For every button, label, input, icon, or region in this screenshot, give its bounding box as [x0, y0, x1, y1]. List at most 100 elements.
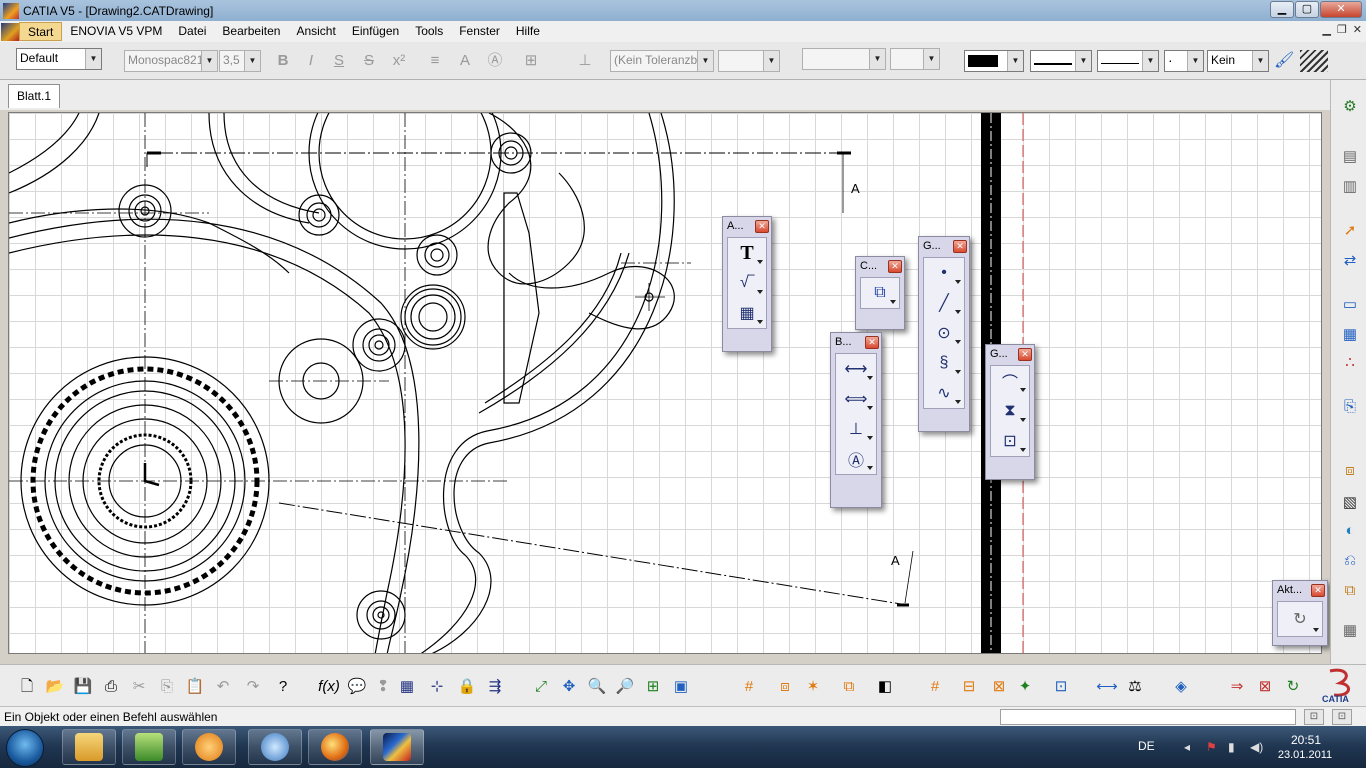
roughness-symbol-icon[interactable]: √‾ — [728, 268, 766, 298]
strikethrough-icon[interactable]: S — [358, 50, 380, 72]
workbench-icon[interactable]: ⚙ — [1339, 96, 1361, 118]
cursor-icon[interactable]: ✦ — [1014, 676, 1036, 698]
clock-date[interactable]: 23.01.2011 — [1272, 749, 1338, 761]
italic-icon[interactable]: I — [300, 50, 322, 72]
frame-icon[interactable]: ▦ — [1339, 620, 1361, 642]
point-icon[interactable]: • — [924, 258, 964, 288]
close-icon[interactable]: ✕ — [865, 335, 879, 349]
clip-view-icon[interactable]: ◐ — [1339, 520, 1361, 542]
pan-icon[interactable]: ✥ — [558, 676, 580, 698]
tolerance-select[interactable]: (Kein Toleranzb ▼ — [610, 50, 714, 72]
copy-icon[interactable]: ⎘ — [156, 676, 178, 698]
snap-icon[interactable]: ⧈ — [774, 676, 796, 698]
property-select-2[interactable]: ▼ — [890, 48, 940, 70]
mass-icon[interactable]: ⚖ — [1124, 676, 1146, 698]
catalog-icon[interactable]: ⊹ — [426, 676, 448, 698]
geometry-creation-palette[interactable]: G... ✕ • ╱ ⊙ § ∿ — [918, 236, 970, 432]
corner-icon[interactable]: ⌒ — [991, 366, 1029, 396]
color-filter-icon[interactable]: ◧ — [874, 676, 896, 698]
action-center-icon[interactable]: ⚑ — [1206, 740, 1217, 754]
generate-dimension-icon[interactable]: ⟺ — [836, 384, 876, 414]
palette-header[interactable]: G... ✕ — [919, 237, 969, 255]
filter-icon[interactable]: ⊡ — [1050, 676, 1072, 698]
superscript-icon[interactable]: x² — [388, 50, 410, 72]
power-input-icon[interactable]: ⊡ — [1304, 709, 1324, 725]
menu-ansicht[interactable]: Ansicht — [288, 22, 343, 41]
section-label-top[interactable]: A — [851, 181, 860, 196]
section-label-bottom[interactable]: A — [891, 553, 900, 568]
taskbar-catia[interactable] — [370, 729, 424, 765]
line-icon[interactable]: ╱ — [924, 288, 964, 318]
show-hidden-icon[interactable]: ◂ — [1184, 740, 1190, 754]
mirror-icon[interactable]: ⧗ — [991, 396, 1029, 426]
constraint-creation-icon[interactable]: ⊟ — [958, 676, 980, 698]
whats-this-icon[interactable]: ? — [272, 676, 294, 698]
doc-close-button[interactable]: ✕ — [1353, 23, 1362, 36]
sketcher-grid-icon[interactable]: # — [924, 676, 946, 698]
refresh-icon[interactable]: ↻ — [1282, 676, 1304, 698]
anchor-icon[interactable]: ⊞ — [520, 50, 542, 72]
zoom-in-icon[interactable]: 🔍 — [586, 676, 608, 698]
grid-icon[interactable]: # — [738, 676, 760, 698]
linetype-select[interactable]: ▼ — [1030, 50, 1092, 72]
taskbar-media-player[interactable] — [182, 729, 236, 765]
layer-select[interactable]: Kein ▼ — [1207, 50, 1269, 72]
link-icon[interactable]: ⇒ — [1226, 676, 1248, 698]
taskbar-media-center[interactable] — [122, 729, 176, 765]
palette-header[interactable]: G... ✕ — [986, 345, 1034, 363]
frame-text-icon[interactable]: A — [454, 50, 476, 72]
new-icon[interactable]: 🗋 — [16, 676, 38, 698]
print-icon[interactable]: ⎙ — [100, 676, 122, 698]
sheet-icon[interactable]: ▤ — [1339, 146, 1361, 168]
underline-icon[interactable]: S — [328, 50, 350, 72]
layer-icon[interactable]: ◈ — [1170, 676, 1192, 698]
rectangle-icon[interactable]: ▭ — [1339, 294, 1361, 316]
menu-datei[interactable]: Datei — [170, 22, 214, 41]
hide-show-icon[interactable]: ▣ — [670, 676, 692, 698]
zoom-out-icon[interactable]: 🔎 — [614, 676, 636, 698]
hatch-icon[interactable] — [1300, 50, 1328, 72]
break-view-icon[interactable]: ⎌ — [1339, 550, 1361, 572]
table-icon[interactable]: ▦ — [1339, 324, 1361, 346]
menu-hilfe[interactable]: Hilfe — [508, 22, 548, 41]
clock-time[interactable]: 20:51 — [1276, 733, 1336, 747]
menu-bearbeiten[interactable]: Bearbeiten — [214, 22, 288, 41]
analysis-icon[interactable]: ✶ — [802, 676, 824, 698]
hatch-area-icon[interactable]: ▧ — [1339, 492, 1361, 514]
detail-view-icon[interactable]: ⧉ — [1339, 580, 1361, 602]
points-icon[interactable]: ∴ — [1339, 352, 1361, 374]
geometry-modification-palette[interactable]: G... ✕ ⌒ ⧗ ⊡ — [985, 344, 1035, 480]
align-icon[interactable]: ≡ — [424, 50, 446, 72]
lock-icon[interactable]: 🔒 — [456, 676, 478, 698]
text-frame-icon[interactable]: Ⓐ — [484, 50, 506, 72]
spline-icon[interactable]: ∿ — [924, 378, 964, 408]
stop-icon[interactable]: ⊡ — [1332, 709, 1352, 725]
close-icon[interactable]: ✕ — [888, 259, 902, 273]
palette-header[interactable]: A... ✕ — [723, 217, 771, 235]
cut-icon[interactable]: ✂ — [128, 676, 150, 698]
design-table-icon[interactable]: ▦ — [396, 676, 418, 698]
paste-icon[interactable]: 📋 — [184, 676, 206, 698]
font-size-select[interactable]: 3,5 ▼ — [219, 50, 261, 72]
comment-icon[interactable]: 💬 — [346, 676, 368, 698]
menu-start[interactable]: Start — [19, 22, 63, 41]
copy-palette[interactable]: C... ✕ ⧉ — [855, 256, 905, 330]
circle-icon[interactable]: ⊙ — [924, 318, 964, 348]
formula-icon[interactable]: f(x) — [318, 676, 340, 698]
update-all-icon[interactable]: ⊠ — [1254, 676, 1276, 698]
macro-icon[interactable]: ⇶ — [484, 676, 506, 698]
taskbar-explorer[interactable] — [62, 729, 116, 765]
signal-icon[interactable]: ▮ — [1228, 740, 1235, 754]
knowledge-icon[interactable]: ❢ — [372, 676, 394, 698]
fit-all-icon[interactable]: ⤢ — [530, 676, 552, 698]
font-select[interactable]: Monospac821 ▼ — [124, 50, 218, 72]
language-indicator[interactable]: DE — [1138, 739, 1155, 753]
command-input[interactable] — [1000, 709, 1296, 725]
text-tool-icon[interactable]: T — [728, 238, 766, 268]
doc-restore-button[interactable]: ❐ — [1337, 23, 1347, 36]
volume-icon[interactable]: ◀) — [1250, 740, 1263, 754]
painter-icon[interactable]: 🖌 — [1274, 50, 1298, 72]
document-menu-icon[interactable] — [1, 22, 19, 41]
view-icon[interactable]: ⇄ — [1339, 250, 1361, 272]
select-arrow-icon[interactable]: ➚ — [1339, 220, 1361, 242]
